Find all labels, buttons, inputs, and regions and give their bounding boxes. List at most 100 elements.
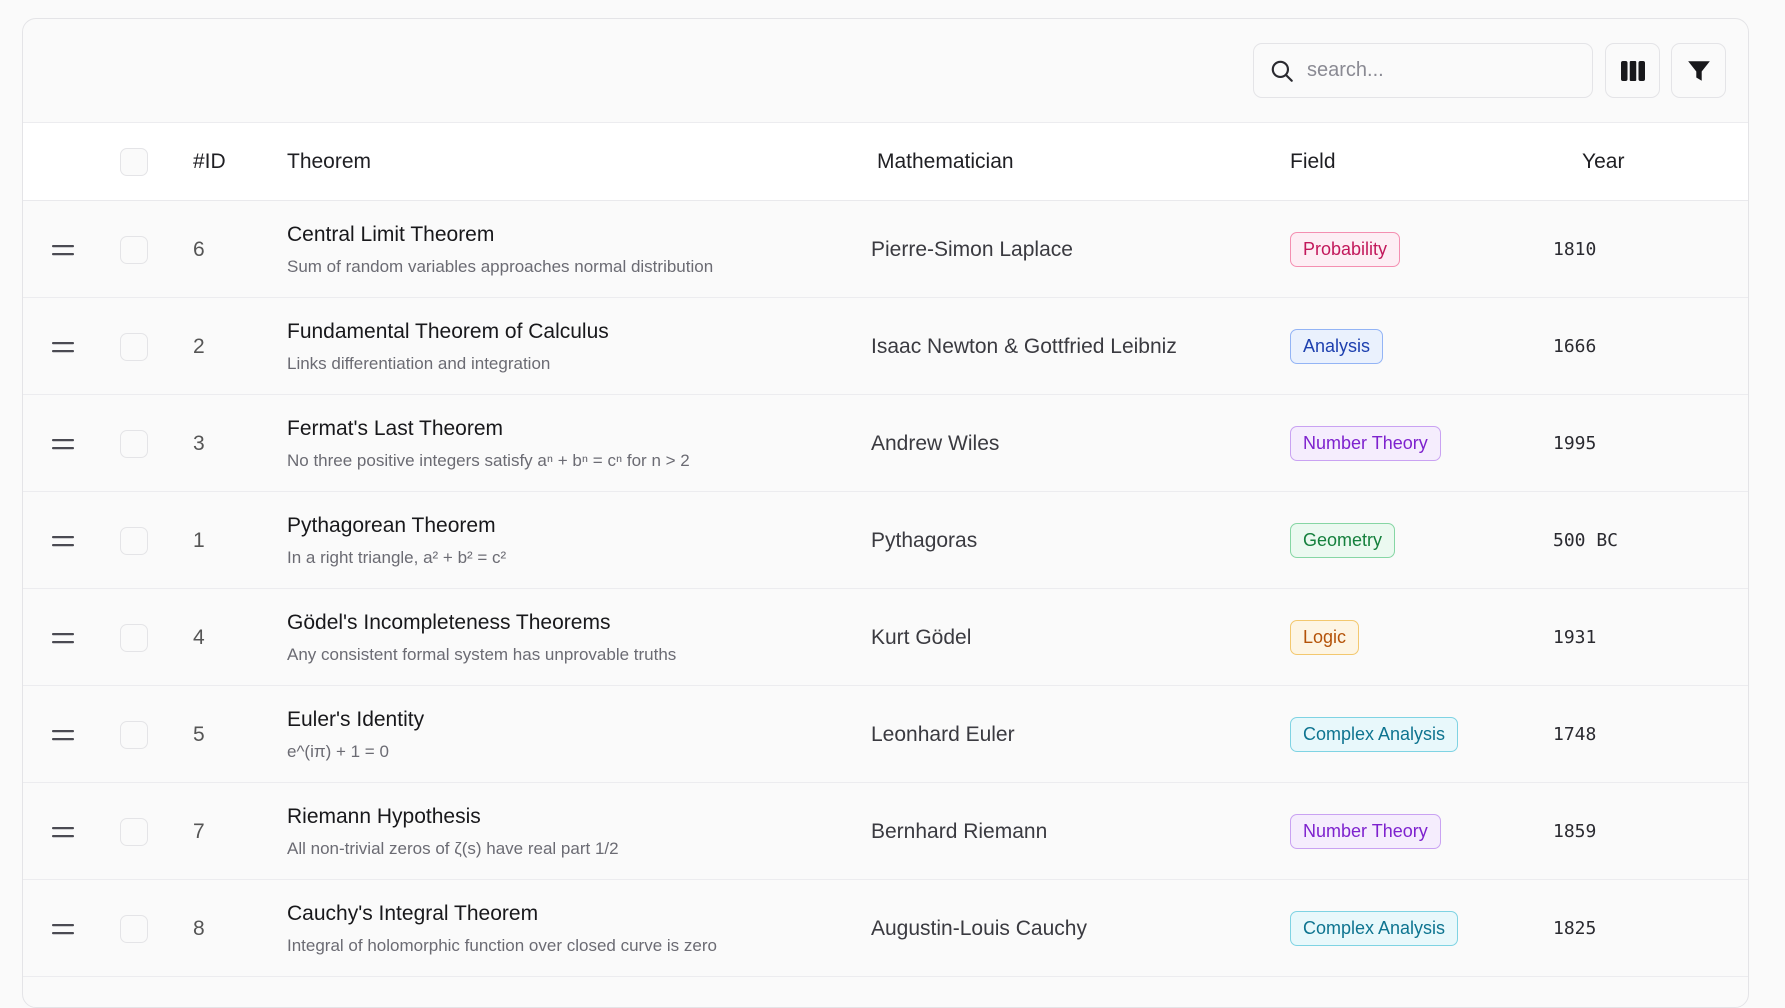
row-checkbox[interactable] xyxy=(120,623,148,652)
table-row[interactable]: 3 Fermat's Last Theorem No three positiv… xyxy=(23,395,1748,492)
table-row[interactable]: 8 Cauchy's Integral Theorem Integral of … xyxy=(23,880,1748,977)
theorem-description: All non-trivial zeros of ζ(s) have real … xyxy=(287,838,619,858)
field-badge: Complex Analysis xyxy=(1290,910,1459,947)
drag-handle[interactable] xyxy=(51,201,75,298)
field-cell: Geometry xyxy=(1290,492,1396,589)
year-cell: 1995 xyxy=(1553,433,1597,454)
theorem-cell: Pythagorean Theorem In a right triangle,… xyxy=(287,492,506,589)
row-checkbox-cell xyxy=(120,395,148,492)
theorem-description: Integral of holomorphic function over cl… xyxy=(287,935,717,955)
row-id: 6 xyxy=(193,237,205,261)
drag-handle[interactable] xyxy=(51,298,75,395)
table-header: #ID Theorem Mathematician Field Year xyxy=(23,123,1748,201)
row-checkbox-cell xyxy=(120,298,148,395)
theorem-cell: Gödel's Incompleteness Theorems Any cons… xyxy=(287,589,676,686)
theorem-cell: Fermat's Last Theorem No three positive … xyxy=(287,395,690,492)
mathematician-cell: Kurt Gödel xyxy=(871,625,972,649)
field-cell: Number Theory xyxy=(1290,783,1441,880)
row-checkbox[interactable] xyxy=(120,914,148,943)
header-theorem[interactable]: Theorem xyxy=(287,123,371,201)
field-badge: Complex Analysis xyxy=(1290,716,1459,753)
row-checkbox-cell xyxy=(120,589,148,686)
table-row[interactable]: 5 Euler's Identity e^(iπ) + 1 = 0 Leonha… xyxy=(23,686,1748,783)
field-badge: Number Theory xyxy=(1290,813,1441,850)
drag-handle-icon xyxy=(52,535,74,546)
year-cell: 1748 xyxy=(1553,724,1597,745)
drag-handle-icon xyxy=(52,729,74,740)
field-badge: Logic xyxy=(1290,619,1360,656)
table-row[interactable]: 2 Fundamental Theorem of Calculus Links … xyxy=(23,298,1748,395)
columns-button[interactable] xyxy=(1605,43,1660,98)
drag-handle-icon xyxy=(52,923,74,934)
theorem-title: Fermat's Last Theorem xyxy=(287,416,504,440)
theorem-title: Riemann Hypothesis xyxy=(287,804,481,828)
theorem-title: Gödel's Incompleteness Theorems xyxy=(287,610,611,634)
field-cell: Complex Analysis xyxy=(1290,686,1459,783)
field-cell: Complex Analysis xyxy=(1290,880,1459,977)
year-cell: 500 BC xyxy=(1553,530,1619,551)
row-checkbox-cell xyxy=(120,880,148,977)
theorem-description: No three positive integers satisfy aⁿ + … xyxy=(287,450,690,470)
field-badge: Analysis xyxy=(1290,328,1384,365)
search-icon xyxy=(1271,60,1293,82)
toolbar xyxy=(23,19,1748,123)
row-id: 7 xyxy=(193,819,205,843)
drag-handle-icon xyxy=(52,341,74,352)
field-cell: Logic xyxy=(1290,589,1360,686)
field-cell: Analysis xyxy=(1290,298,1384,395)
drag-handle[interactable] xyxy=(51,880,75,977)
theorem-description: Sum of random variables approaches norma… xyxy=(287,256,714,276)
row-checkbox[interactable] xyxy=(120,235,148,264)
row-checkbox[interactable] xyxy=(120,429,148,458)
filter-icon xyxy=(1687,60,1710,81)
table-row[interactable]: 4 Gödel's Incompleteness Theorems Any co… xyxy=(23,589,1748,686)
drag-handle[interactable] xyxy=(51,783,75,880)
search-box[interactable] xyxy=(1253,43,1593,98)
theorem-title: Pythagorean Theorem xyxy=(287,513,496,537)
drag-handle[interactable] xyxy=(51,589,75,686)
field-badge: Probability xyxy=(1290,231,1401,268)
drag-handle-icon xyxy=(52,632,74,643)
row-checkbox[interactable] xyxy=(120,526,148,555)
filter-button[interactable] xyxy=(1671,43,1726,98)
header-field[interactable]: Field xyxy=(1290,123,1336,201)
drag-handle[interactable] xyxy=(51,686,75,783)
row-id: 8 xyxy=(193,916,205,940)
table-row[interactable]: 6 Central Limit Theorem Sum of random va… xyxy=(23,201,1748,298)
row-checkbox[interactable] xyxy=(120,332,148,361)
mathematician-cell: Andrew Wiles xyxy=(871,431,1000,455)
mathematician-cell: Pierre-Simon Laplace xyxy=(871,237,1073,261)
field-cell: Number Theory xyxy=(1290,395,1441,492)
header-year[interactable]: Year xyxy=(1582,123,1624,201)
theorem-cell: Fundamental Theorem of Calculus Links di… xyxy=(287,298,609,395)
theorem-cell: Euler's Identity e^(iπ) + 1 = 0 xyxy=(287,686,424,783)
table-body: 6 Central Limit Theorem Sum of random va… xyxy=(23,201,1748,977)
row-checkbox[interactable] xyxy=(120,720,148,749)
row-id: 5 xyxy=(193,722,205,746)
select-all-checkbox[interactable] xyxy=(120,148,148,176)
columns-icon xyxy=(1620,60,1645,81)
drag-handle[interactable] xyxy=(51,492,75,589)
row-checkbox-cell xyxy=(120,783,148,880)
row-id: 1 xyxy=(193,528,205,552)
theorem-title: Euler's Identity xyxy=(287,707,425,731)
row-checkbox-cell xyxy=(120,201,148,298)
search-input[interactable] xyxy=(1307,59,1577,82)
table-row[interactable]: 7 Riemann Hypothesis All non-trivial zer… xyxy=(23,783,1748,880)
table-row[interactable]: 1 Pythagorean Theorem In a right triangl… xyxy=(23,492,1748,589)
row-checkbox[interactable] xyxy=(120,817,148,846)
header-mathematician[interactable]: Mathematician xyxy=(877,123,1014,201)
header-id[interactable]: #ID xyxy=(193,123,226,201)
theorem-title: Cauchy's Integral Theorem xyxy=(287,901,539,925)
mathematician-cell: Pythagoras xyxy=(871,528,978,552)
row-id: 3 xyxy=(193,431,205,455)
row-id: 4 xyxy=(193,625,205,649)
theorem-title: Fundamental Theorem of Calculus xyxy=(287,319,609,343)
theorem-cell: Riemann Hypothesis All non-trivial zeros… xyxy=(287,783,619,880)
drag-handle-icon xyxy=(52,826,74,837)
field-badge: Geometry xyxy=(1290,522,1396,559)
row-checkbox-cell xyxy=(120,492,148,589)
drag-handle[interactable] xyxy=(51,395,75,492)
year-cell: 1810 xyxy=(1553,239,1597,260)
mathematician-cell: Isaac Newton & Gottfried Leibniz xyxy=(871,334,1177,358)
